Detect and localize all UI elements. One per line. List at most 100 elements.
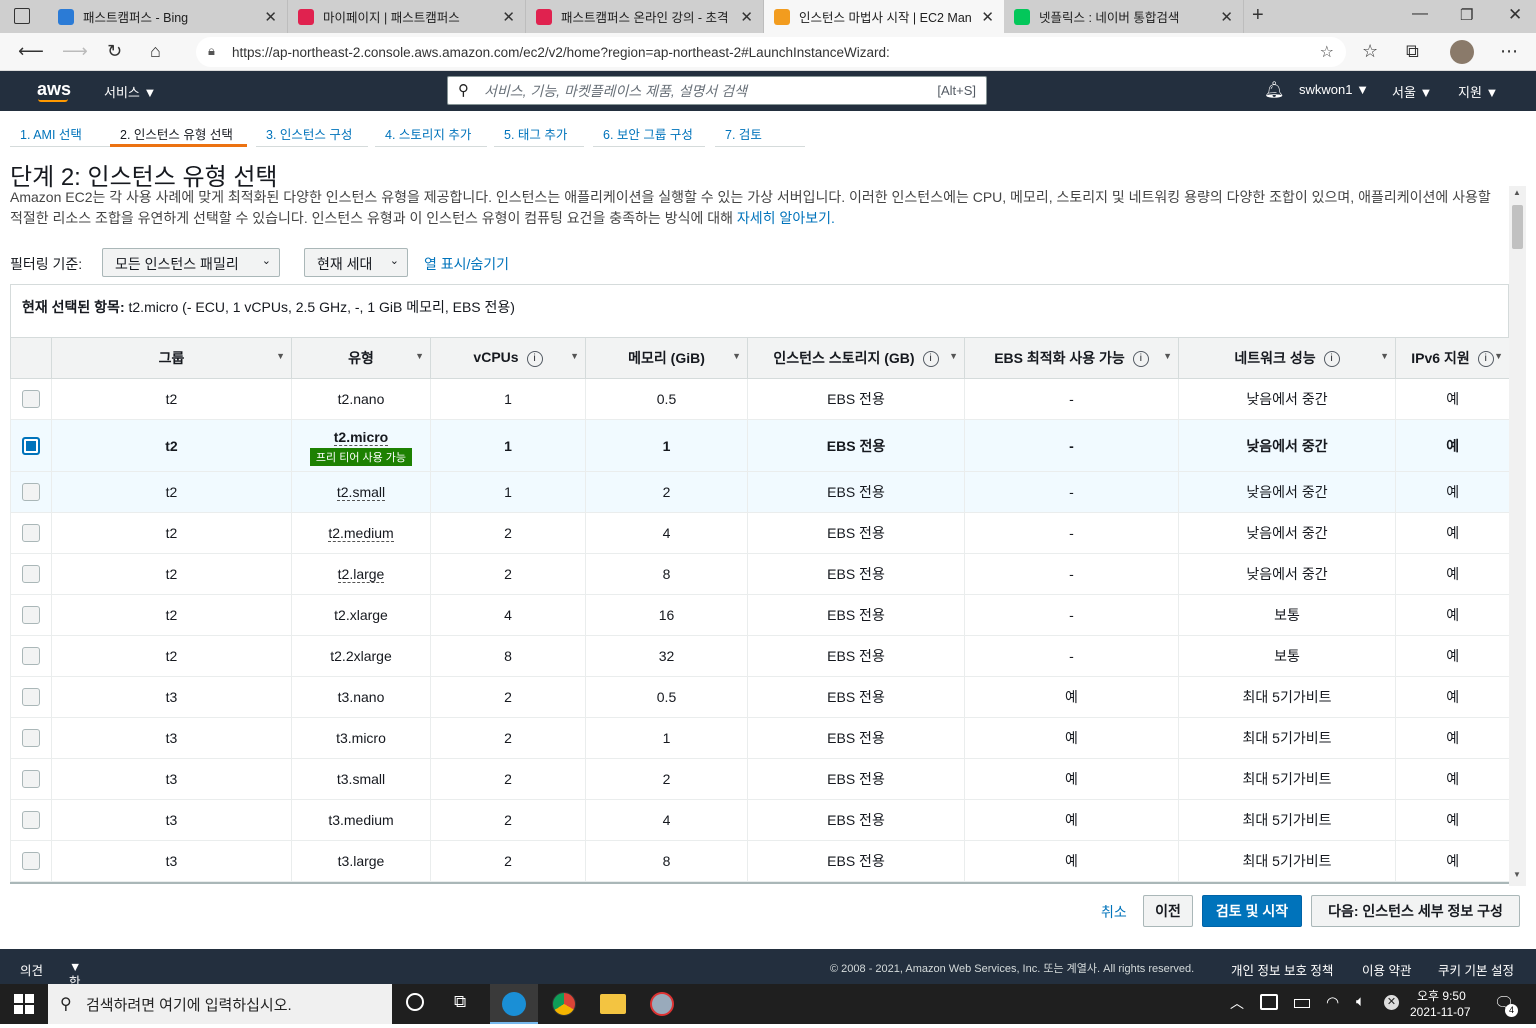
table-row[interactable]: t2 t2.medium 2 4 EBS 전용 - 낮음에서 중간 예 [10, 512, 1510, 554]
scrollbar-thumb[interactable] [1512, 205, 1523, 249]
row-checkbox[interactable] [22, 436, 40, 455]
sort-icon[interactable]: ▼ [570, 351, 579, 361]
clock-date[interactable]: 2021-11-07 [1410, 1005, 1471, 1019]
collections-icon[interactable]: ⧉ [1406, 41, 1419, 62]
table-row[interactable]: t3 t3.medium 2 4 EBS 전용 예 최대 5기가비트 예 [10, 799, 1510, 841]
scroll-up-icon[interactable]: ▲ [1513, 188, 1521, 197]
forward-icon[interactable]: ⟶ [62, 41, 88, 62]
column-header[interactable]: vCPUs i ▼ [430, 337, 586, 379]
sort-icon[interactable]: ▼ [732, 351, 741, 361]
table-row[interactable]: t2 t2.nano 1 0.5 EBS 전용 - 낮음에서 중간 예 [10, 378, 1510, 420]
close-tab-icon[interactable]: ✕ [740, 8, 753, 26]
browser-tab[interactable]: 패스트캠퍼스 - Bing ✕ [48, 0, 288, 33]
battery-icon[interactable] [1294, 999, 1310, 1008]
row-checkbox[interactable] [22, 565, 40, 584]
table-row[interactable]: t2 t2.large 2 8 EBS 전용 - 낮음에서 중간 예 [10, 553, 1510, 595]
table-row[interactable]: t2 t2.micro 프리 티어 사용 가능 1 1 EBS 전용 - 낮음에서 중간 예 [10, 419, 1510, 472]
app-icon[interactable] [650, 992, 674, 1016]
review-and-launch-button[interactable]: 검토 및 시작 [1202, 895, 1302, 927]
file-explorer-icon[interactable] [600, 994, 626, 1014]
support-menu[interactable]: 지원 ▼ [1458, 82, 1498, 101]
close-tab-icon[interactable]: ✕ [264, 8, 277, 26]
close-tab-icon[interactable]: ✕ [502, 8, 515, 26]
row-checkbox[interactable] [22, 729, 40, 748]
browser-tab[interactable]: 넷플릭스 : 네이버 통합검색 ✕ [1004, 0, 1244, 33]
info-icon[interactable]: i [922, 351, 939, 368]
wizard-step[interactable]: 6. 보안 그룹 구성 [593, 116, 705, 147]
terms-link[interactable]: 이용 약관 [1362, 960, 1411, 979]
wizard-step[interactable]: 2. 인스턴스 유형 선택 [110, 116, 247, 147]
home-icon[interactable]: ⌂ [150, 41, 161, 62]
browser-tab[interactable]: 패스트캠퍼스 온라인 강의 - 초격 ✕ [526, 0, 764, 33]
cortana-icon[interactable] [406, 993, 424, 1011]
sort-icon[interactable]: ▼ [415, 351, 424, 361]
generation-select[interactable]: 현재 세대 ⌄ [304, 248, 408, 277]
restore-icon[interactable]: ❐ [1460, 6, 1473, 24]
profile-avatar[interactable] [1450, 40, 1474, 64]
favorites-icon[interactable]: ☆ [1362, 41, 1378, 62]
region-menu[interactable]: 서울 ▼ [1392, 82, 1432, 101]
add-favorite-icon[interactable]: ☆ [1320, 42, 1334, 62]
cancel-button[interactable]: 취소 [1101, 902, 1127, 922]
services-menu[interactable]: 서비스 ▼ [104, 82, 156, 101]
info-icon[interactable]: i [1132, 351, 1149, 368]
close-tab-icon[interactable]: ✕ [981, 8, 994, 26]
table-row[interactable]: t3 t3.nano 2 0.5 EBS 전용 예 최대 5기가비트 예 [10, 676, 1510, 718]
info-icon[interactable]: i [1477, 351, 1494, 368]
column-header[interactable]: 인스턴스 스토리지 (GB) i ▼ [747, 337, 965, 379]
browser-tab[interactable]: 인스턴스 마법사 시작 | EC2 Man ✕ [764, 0, 1004, 33]
row-checkbox[interactable] [22, 852, 40, 871]
sort-icon[interactable]: ▼ [1380, 351, 1389, 361]
vpn-disconnected-icon[interactable]: ✕ [1384, 995, 1399, 1010]
windows-start-icon[interactable] [14, 994, 34, 1014]
row-checkbox[interactable] [22, 770, 40, 789]
row-checkbox[interactable] [22, 390, 40, 409]
table-row[interactable]: t3 t3.large 2 8 EBS 전용 예 최대 5기가비트 예 [10, 840, 1510, 882]
wizard-step[interactable]: 4. 스토리지 추가 [375, 116, 487, 147]
defender-icon[interactable] [1260, 994, 1278, 1010]
column-header[interactable]: IPv6 지원 i ▼ [1395, 337, 1510, 379]
account-menu[interactable]: swkwon1 ▼ [1299, 82, 1369, 97]
chevron-up-icon[interactable]: ︿ [1230, 993, 1244, 1013]
learn-more-link[interactable]: 자세히 알아보기. [737, 210, 835, 226]
sort-icon[interactable]: ▼ [949, 351, 958, 361]
task-view-icon[interactable]: ⧉ [454, 992, 466, 1012]
minimize-icon[interactable]: — [1412, 5, 1428, 23]
row-checkbox[interactable] [22, 811, 40, 830]
next-configure-button[interactable]: 다음: 인스턴스 세부 정보 구성 [1311, 895, 1520, 927]
column-header[interactable]: 네트워크 성능 i ▼ [1178, 337, 1396, 379]
sort-icon[interactable]: ▼ [276, 351, 285, 361]
close-window-icon[interactable]: ✕ [1508, 5, 1522, 25]
volume-icon[interactable]: 🔈︎ [1356, 993, 1365, 1010]
info-icon[interactable]: i [1323, 351, 1340, 368]
table-row[interactable]: t3 t3.small 2 2 EBS 전용 예 최대 5기가비트 예 [10, 758, 1510, 800]
refresh-icon[interactable]: ↻ [107, 41, 122, 62]
back-icon[interactable]: ⟵ [18, 41, 44, 62]
row-checkbox[interactable] [22, 647, 40, 666]
tab-actions-icon[interactable] [14, 8, 30, 24]
scroll-down-icon[interactable]: ▼ [1513, 870, 1521, 879]
wizard-step[interactable]: 3. 인스턴스 구성 [256, 116, 368, 147]
taskbar-search-input[interactable]: ⚲ 검색하려면 여기에 입력하십시오. [48, 984, 392, 1024]
bell-icon[interactable]: 🔔︎ [1264, 80, 1284, 100]
column-header[interactable]: EBS 최적화 사용 가능 i ▼ [964, 337, 1179, 379]
sort-icon[interactable]: ▼ [1494, 351, 1503, 361]
clock-time[interactable]: 오후 9:50 [1417, 987, 1466, 1004]
row-checkbox[interactable] [22, 606, 40, 625]
aws-search-input[interactable]: ⚲ 서비스, 기능, 마켓플레이스 제품, 설명서 검색 [Alt+S] [447, 76, 987, 105]
column-header[interactable]: 메모리 (GiB) ▼ [585, 337, 748, 379]
scrollbar[interactable]: ▲ ▼ [1509, 186, 1526, 886]
row-checkbox[interactable] [22, 524, 40, 543]
language-select[interactable]: 한국어 ▼ [69, 960, 81, 1027]
address-bar[interactable]: 🔒︎ https://ap-northeast-2.console.aws.am… [196, 37, 1346, 67]
column-header[interactable]: 그룹 ▼ [51, 337, 292, 379]
row-checkbox[interactable] [22, 688, 40, 707]
more-icon[interactable]: ⋯ [1500, 41, 1518, 62]
column-header[interactable]: 유형 ▼ [291, 337, 431, 379]
new-tab-icon[interactable]: + [1252, 4, 1264, 27]
table-row[interactable]: t2 t2.xlarge 4 16 EBS 전용 - 보통 예 [10, 594, 1510, 636]
table-row[interactable]: t3 t3.micro 2 1 EBS 전용 예 최대 5기가비트 예 [10, 717, 1510, 759]
wifi-icon[interactable]: ◠ [1326, 993, 1339, 1011]
table-row[interactable]: t2 t2.2xlarge 8 32 EBS 전용 - 보통 예 [10, 635, 1510, 677]
aws-logo[interactable]: aws [37, 79, 71, 100]
